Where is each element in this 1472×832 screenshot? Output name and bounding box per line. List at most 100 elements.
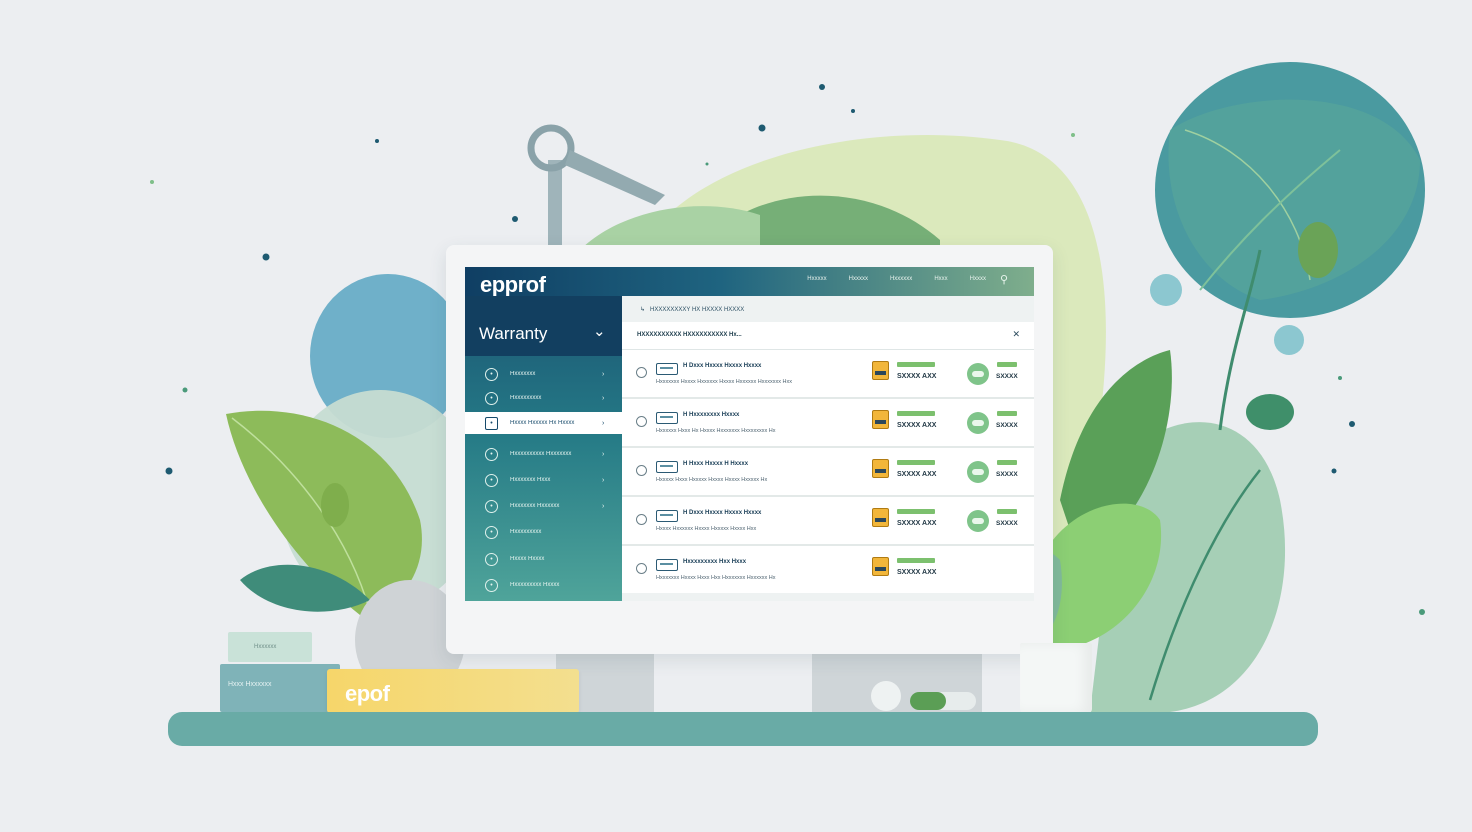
sidebar-title: Warranty	[479, 324, 548, 343]
app-logo[interactable]: epprof	[480, 272, 546, 298]
radio-button[interactable]	[636, 367, 647, 378]
sidebar-item-5[interactable]: • Hxxxxxxx Hxxx ›	[465, 469, 622, 491]
square-icon: •	[485, 416, 498, 430]
circle-icon: •	[485, 391, 498, 405]
toggle-icon[interactable]	[967, 461, 989, 483]
sidebar-header[interactable]: Warranty ⌄	[465, 296, 622, 356]
chevron-right-icon: ›	[602, 394, 605, 402]
card-icon	[656, 412, 678, 424]
row-description: Hxxxx Hxxxxxx Hxxxx Hxxxxx Hxxxx Hxx	[656, 526, 757, 532]
document-icon	[872, 459, 889, 478]
sidebar-item-label: Hxxxxxxxxx	[510, 395, 542, 401]
circle-icon: •	[485, 578, 498, 592]
book-teal: Hxxx Hxxxxxx	[220, 664, 340, 712]
row-description: Hxxxxx Hxxx Hxxxxx Hxxxx Hxxxx Hxxxxx Hx	[656, 477, 768, 483]
document-icon	[872, 410, 889, 429]
status-bar-small	[997, 411, 1017, 416]
sidebar-item-label: Hxxxxxxx	[510, 371, 536, 377]
sidebar-item-8[interactable]: • Hxxxx Hxxxx	[465, 548, 622, 570]
row-description: Hxxxxxx Hxxx Hx Hxxxx Hxxxxxxx Hxxxxxxxx…	[656, 428, 776, 434]
book-yellow: epof	[327, 669, 579, 713]
row-amount: SXXXX AXX	[897, 569, 937, 576]
sidebar-item-1[interactable]: • Hxxxxxxx ›	[465, 363, 622, 385]
radio-button[interactable]	[636, 514, 647, 525]
circle-icon: •	[485, 552, 498, 566]
book-yellow-label: epof	[345, 681, 390, 706]
content-header-title: HXXXXXXXXXX HXXXXXXXXXX Hx...	[637, 332, 742, 338]
radio-button[interactable]	[636, 465, 647, 476]
close-icon[interactable]: ✕	[1012, 329, 1020, 340]
back-arrow-icon[interactable]: ↳	[640, 307, 645, 313]
row-name: H Hxxx Hxxxx H Hxxxx	[683, 461, 749, 467]
radio-button[interactable]	[636, 563, 647, 574]
nav-item-4[interactable]: Hxxx	[934, 276, 947, 282]
card-icon	[656, 363, 678, 375]
status-bar	[897, 509, 935, 514]
sidebar-item-9[interactable]: • Hxxxxxxxxx Hxxxx	[465, 574, 622, 596]
card-icon	[656, 510, 678, 522]
document-icon	[872, 508, 889, 527]
sidebar-item-label: Hxxxxxxxxxx Hxxxxxxx	[510, 451, 572, 457]
book-teal-label: Hxxx Hxxxxxx	[228, 681, 272, 688]
status-bar	[897, 362, 935, 367]
sidebar-item-6[interactable]: • Hxxxxxxx Hxxxxxx ›	[465, 495, 622, 517]
card-icon	[656, 559, 678, 571]
row-amount-2: SXXXX	[996, 373, 1018, 380]
row-name: Hxxxxxxxxx Hxx Hxxx	[683, 559, 747, 565]
row-description: Hxxxxxxx Hxxxx Hxxx Hxx Hxxxxxxx Hxxxxxx…	[656, 575, 776, 581]
circle-icon: •	[485, 473, 498, 487]
sidebar: Warranty ⌄ • Hxxxxxxx › • Hxxxxxxxxx › •…	[465, 296, 622, 601]
radio-button[interactable]	[636, 416, 647, 427]
row-name: H Dxxx Hxxxx Hxxxx Hxxxx	[683, 363, 762, 369]
sidebar-item-label: Hxxxxxxxxx	[510, 529, 542, 535]
status-bar	[897, 460, 935, 465]
sidebar-item-label: Hxxxxxxx Hxxxxxx	[510, 503, 560, 509]
status-bar-small	[997, 362, 1017, 367]
document-icon	[872, 361, 889, 380]
main-content: ↳ HXXXXXXXXY HX HXXXX HXXXX HXXXXXXXXXX …	[622, 296, 1034, 601]
nav-item-5[interactable]: Hxxxx	[970, 276, 986, 282]
book-small-label: Hxxxxxx	[254, 644, 277, 650]
book-small: Hxxxxxx	[228, 632, 312, 662]
toggle-icon[interactable]	[967, 363, 989, 385]
table-row[interactable]: H Dxxx Hxxxx Hxxxx Hxxxx Hxxxxxxx Hxxxx …	[622, 350, 1034, 399]
breadcrumb[interactable]: ↳ HXXXXXXXXY HX HXXXX HXXXX	[640, 306, 744, 313]
status-bar-small	[997, 460, 1017, 465]
table-row[interactable]: H Dxxx Hxxxx Hxxxx Hxxxx Hxxxx Hxxxxxx H…	[622, 497, 1034, 546]
breadcrumb-text: HXXXXXXXXY HX HXXXX HXXXX	[650, 307, 745, 313]
chevron-right-icon: ›	[602, 450, 605, 458]
sidebar-item-label: Hxxxx Hxxxxx Hx Hxxxx	[510, 420, 575, 426]
sidebar-item-3-active[interactable]: • Hxxxx Hxxxxx Hx Hxxxx ›	[465, 412, 622, 434]
circle-icon: •	[485, 499, 498, 513]
row-amount: SXXXX AXX	[897, 520, 937, 527]
row-amount: SXXXX AXX	[897, 422, 937, 429]
status-bar	[897, 558, 935, 563]
table-row[interactable]: H Hxxx Hxxxx H Hxxxx Hxxxxx Hxxx Hxxxxx …	[622, 448, 1034, 497]
toggle-icon[interactable]	[967, 412, 989, 434]
row-amount-2: SXXXX	[996, 422, 1018, 429]
nav-item-3[interactable]: Hxxxxxx	[890, 276, 912, 282]
toggle-icon[interactable]	[967, 510, 989, 532]
plant-pot	[1020, 643, 1092, 713]
search-icon[interactable]: ⚲	[1000, 273, 1008, 286]
table-row[interactable]: Hxxxxxxxxx Hxx Hxxx Hxxxxxxx Hxxxx Hxxx …	[622, 546, 1034, 593]
table-row[interactable]: H Hxxxxxxxx Hxxxx Hxxxxxx Hxxx Hx Hxxxx …	[622, 399, 1034, 448]
sidebar-item-7[interactable]: • Hxxxxxxxxx	[465, 521, 622, 543]
chevron-down-icon[interactable]: ⌄	[593, 322, 606, 340]
row-amount-2: SXXXX	[996, 520, 1018, 527]
sidebar-item-2[interactable]: • Hxxxxxxxxx ›	[465, 387, 622, 409]
sidebar-item-label: Hxxxxxxxxx Hxxxx	[510, 582, 560, 588]
chevron-right-icon: ›	[602, 370, 605, 378]
row-description: Hxxxxxxx Hxxxx Hxxxxxx Hxxxx Hxxxxxx Hxx…	[656, 379, 792, 385]
top-navigation-bar: epprof Hxxxxx Hxxxxx Hxxxxxx Hxxx Hxxxx …	[465, 267, 1034, 298]
content-header-bar: HXXXXXXXXXX HXXXXXXXXXX Hx... ✕	[622, 322, 1034, 350]
circle-icon: •	[485, 525, 498, 539]
sidebar-item-4[interactable]: • Hxxxxxxxxxx Hxxxxxxx ›	[465, 443, 622, 465]
nav-item-2[interactable]: Hxxxxx	[849, 276, 868, 282]
row-name: H Dxxx Hxxxx Hxxxx Hxxxx	[683, 510, 762, 516]
sidebar-item-label: Hxxxxxxx Hxxx	[510, 477, 551, 483]
row-amount: SXXXX AXX	[897, 373, 937, 380]
nav-item-1[interactable]: Hxxxxx	[807, 276, 826, 282]
row-amount: SXXXX AXX	[897, 471, 937, 478]
monitor: epprof Hxxxxx Hxxxxx Hxxxxxx Hxxx Hxxxx …	[446, 245, 1053, 654]
